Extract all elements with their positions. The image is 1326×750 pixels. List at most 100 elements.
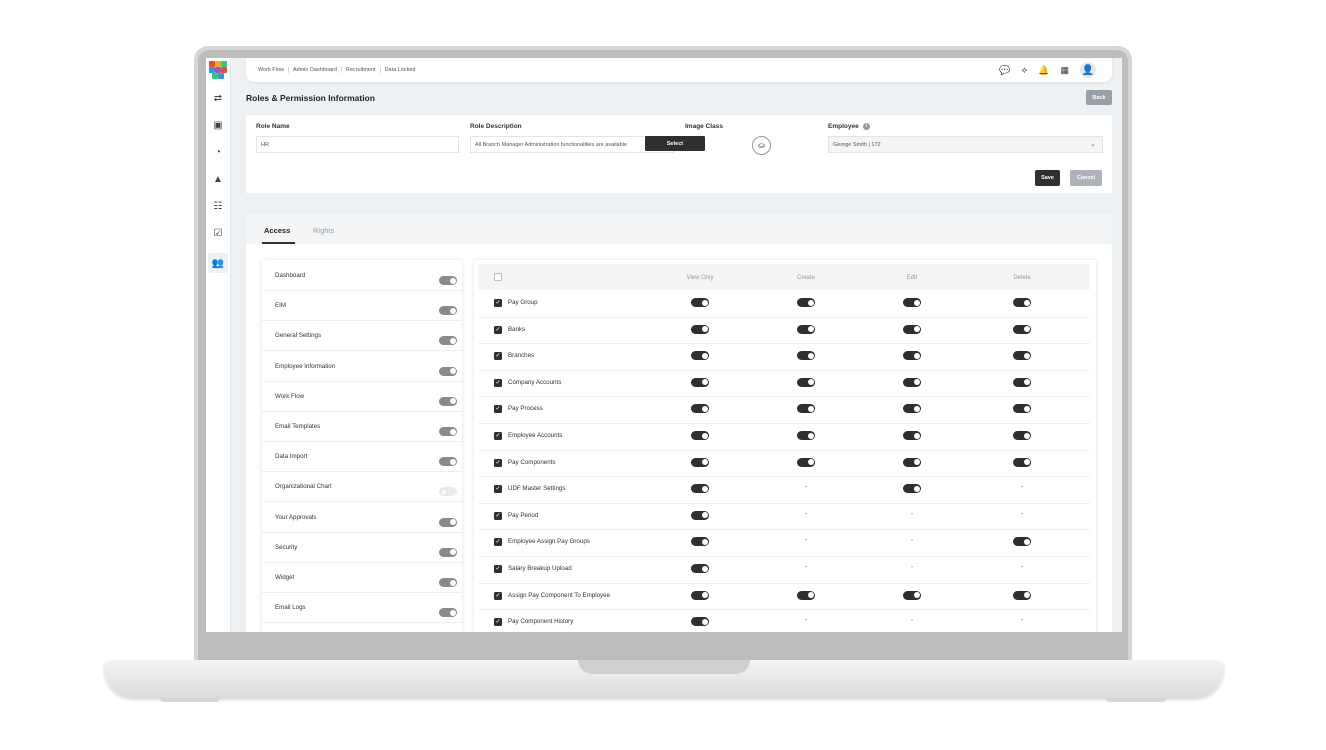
row-checkbox[interactable]: ✓: [494, 432, 502, 440]
access-toggle[interactable]: [439, 487, 457, 497]
edit-permission-toggle[interactable]: [903, 590, 921, 600]
users-icon[interactable]: 👥: [208, 253, 228, 273]
view-permission-toggle[interactable]: [691, 457, 709, 467]
edit-permission-toggle[interactable]: [903, 484, 921, 494]
info-icon[interactable]: i: [862, 123, 870, 130]
create-permission-toggle[interactable]: [797, 298, 815, 307]
delete-permission-toggle[interactable]: [1013, 377, 1031, 387]
row-checkbox[interactable]: ✓: [494, 405, 502, 414]
row-checkbox[interactable]: ✓: [494, 325, 502, 334]
create-permission-toggle[interactable]: [797, 377, 815, 387]
row-checkbox[interactable]: ✓: [494, 591, 502, 600]
access-toggle[interactable]: [439, 547, 457, 557]
save-button[interactable]: Save: [1035, 170, 1060, 186]
workflow-icon[interactable]: ⇄: [210, 90, 226, 106]
view-permission-toggle[interactable]: [691, 404, 709, 414]
view-permission-toggle[interactable]: [691, 298, 709, 307]
breadcrumb-item[interactable]: Recruitment: [342, 67, 381, 73]
delete-permission-toggle[interactable]: [1013, 298, 1031, 307]
tab-access[interactable]: Access: [264, 226, 290, 235]
delete-permission-toggle[interactable]: [1013, 590, 1031, 600]
breadcrumb-item[interactable]: Work Flow: [254, 67, 289, 73]
delete-permission-toggle[interactable]: [1013, 431, 1031, 440]
edit-permission-toggle[interactable]: [903, 404, 921, 414]
view-permission-toggle[interactable]: [691, 617, 709, 627]
not-applicable-dash: -: [910, 564, 914, 571]
back-button[interactable]: Back: [1086, 90, 1112, 105]
role-name-input[interactable]: HR: [256, 136, 459, 153]
bell-icon[interactable]: 🔔: [1038, 65, 1049, 76]
create-permission-toggle[interactable]: [797, 431, 815, 440]
create-permission-toggle[interactable]: [797, 590, 815, 600]
delete-permission-toggle[interactable]: [1013, 351, 1031, 361]
view-permission-toggle[interactable]: [691, 484, 709, 494]
access-toggle[interactable]: [439, 517, 457, 527]
create-permission-toggle[interactable]: [797, 457, 815, 467]
delete-permission-toggle[interactable]: [1013, 537, 1031, 547]
access-toggle[interactable]: [439, 396, 457, 406]
view-permission-toggle[interactable]: [691, 324, 709, 334]
cell-create: [776, 431, 836, 440]
access-toggle[interactable]: [439, 336, 457, 346]
access-toggle[interactable]: [439, 276, 457, 285]
delete-permission-toggle[interactable]: [1013, 324, 1031, 334]
row-checkbox[interactable]: ✓: [494, 565, 502, 573]
role-description-input[interactable]: All Branch Manager Administration functi…: [470, 136, 674, 153]
access-toggle[interactable]: [439, 366, 457, 376]
edit-permission-toggle[interactable]: [903, 351, 921, 361]
apps-icon[interactable]: ▦: [1060, 65, 1069, 76]
row-checkbox[interactable]: ✓: [494, 485, 502, 494]
access-toggle[interactable]: [439, 608, 457, 618]
cancel-button[interactable]: Cancel: [1070, 170, 1102, 186]
approvals-icon[interactable]: ☑: [210, 225, 226, 241]
breadcrumb-item[interactable]: Admin Dashboard: [289, 67, 342, 73]
table-row: ✓ Pay Component History - - -: [478, 609, 1090, 632]
network-icon[interactable]: ⟡: [1021, 65, 1027, 76]
row-checkbox[interactable]: ✓: [494, 299, 502, 307]
edit-permission-toggle[interactable]: [903, 377, 921, 387]
select-all-checkbox[interactable]: [494, 273, 502, 281]
create-permission-toggle[interactable]: [797, 404, 815, 414]
recruitment-icon[interactable]: ▲: [210, 171, 226, 187]
view-permission-toggle[interactable]: [691, 590, 709, 600]
delete-permission-toggle[interactable]: [1013, 457, 1031, 467]
id-card-icon[interactable]: ▣: [210, 117, 226, 133]
cell-view: [670, 404, 730, 414]
row-checkbox[interactable]: ✓: [494, 618, 502, 627]
view-permission-toggle[interactable]: [691, 564, 709, 573]
delete-permission-toggle[interactable]: [1013, 404, 1031, 414]
create-permission-toggle[interactable]: [797, 324, 815, 334]
image-preview-icon[interactable]: ⛀: [752, 136, 771, 155]
column-header-delete: Delete: [1013, 275, 1031, 281]
access-toggle[interactable]: [439, 427, 457, 436]
edit-permission-toggle[interactable]: [903, 324, 921, 334]
edit-permission-toggle[interactable]: [903, 298, 921, 307]
view-permission-toggle[interactable]: [691, 377, 709, 387]
access-toggle[interactable]: [439, 578, 457, 587]
row-checkbox[interactable]: ✓: [494, 511, 502, 520]
select-image-button[interactable]: Select: [645, 136, 705, 151]
edit-permission-toggle[interactable]: [903, 431, 921, 440]
row-checkbox[interactable]: ✓: [494, 352, 502, 361]
tab-rights[interactable]: Rights: [313, 226, 334, 235]
view-permission-toggle[interactable]: [691, 431, 709, 440]
not-applicable-dash: -: [804, 484, 808, 492]
row-checkbox[interactable]: ✓: [494, 458, 502, 467]
org-chart-icon[interactable]: ☷: [210, 198, 226, 214]
row-checkbox[interactable]: ✓: [494, 538, 502, 547]
view-permission-toggle[interactable]: [691, 351, 709, 361]
table-row: ✓ Pay Period - - -: [478, 503, 1090, 531]
view-permission-toggle[interactable]: [691, 510, 709, 520]
create-permission-toggle[interactable]: [797, 351, 815, 361]
app-logo[interactable]: [209, 61, 227, 79]
user-avatar-icon[interactable]: 👤: [1080, 62, 1096, 78]
access-toggle[interactable]: [439, 306, 457, 316]
row-checkbox[interactable]: ✓: [494, 378, 502, 387]
chat-icon[interactable]: 💬: [999, 65, 1010, 76]
breadcrumb-item[interactable]: Data Locked: [381, 67, 420, 73]
access-toggle[interactable]: [439, 457, 457, 467]
dashboard-gauge-icon[interactable]: ◔: [210, 144, 226, 160]
employee-select[interactable]: George Smith | 172 ⌄: [828, 136, 1103, 153]
view-permission-toggle[interactable]: [691, 537, 709, 547]
edit-permission-toggle[interactable]: [903, 457, 921, 467]
